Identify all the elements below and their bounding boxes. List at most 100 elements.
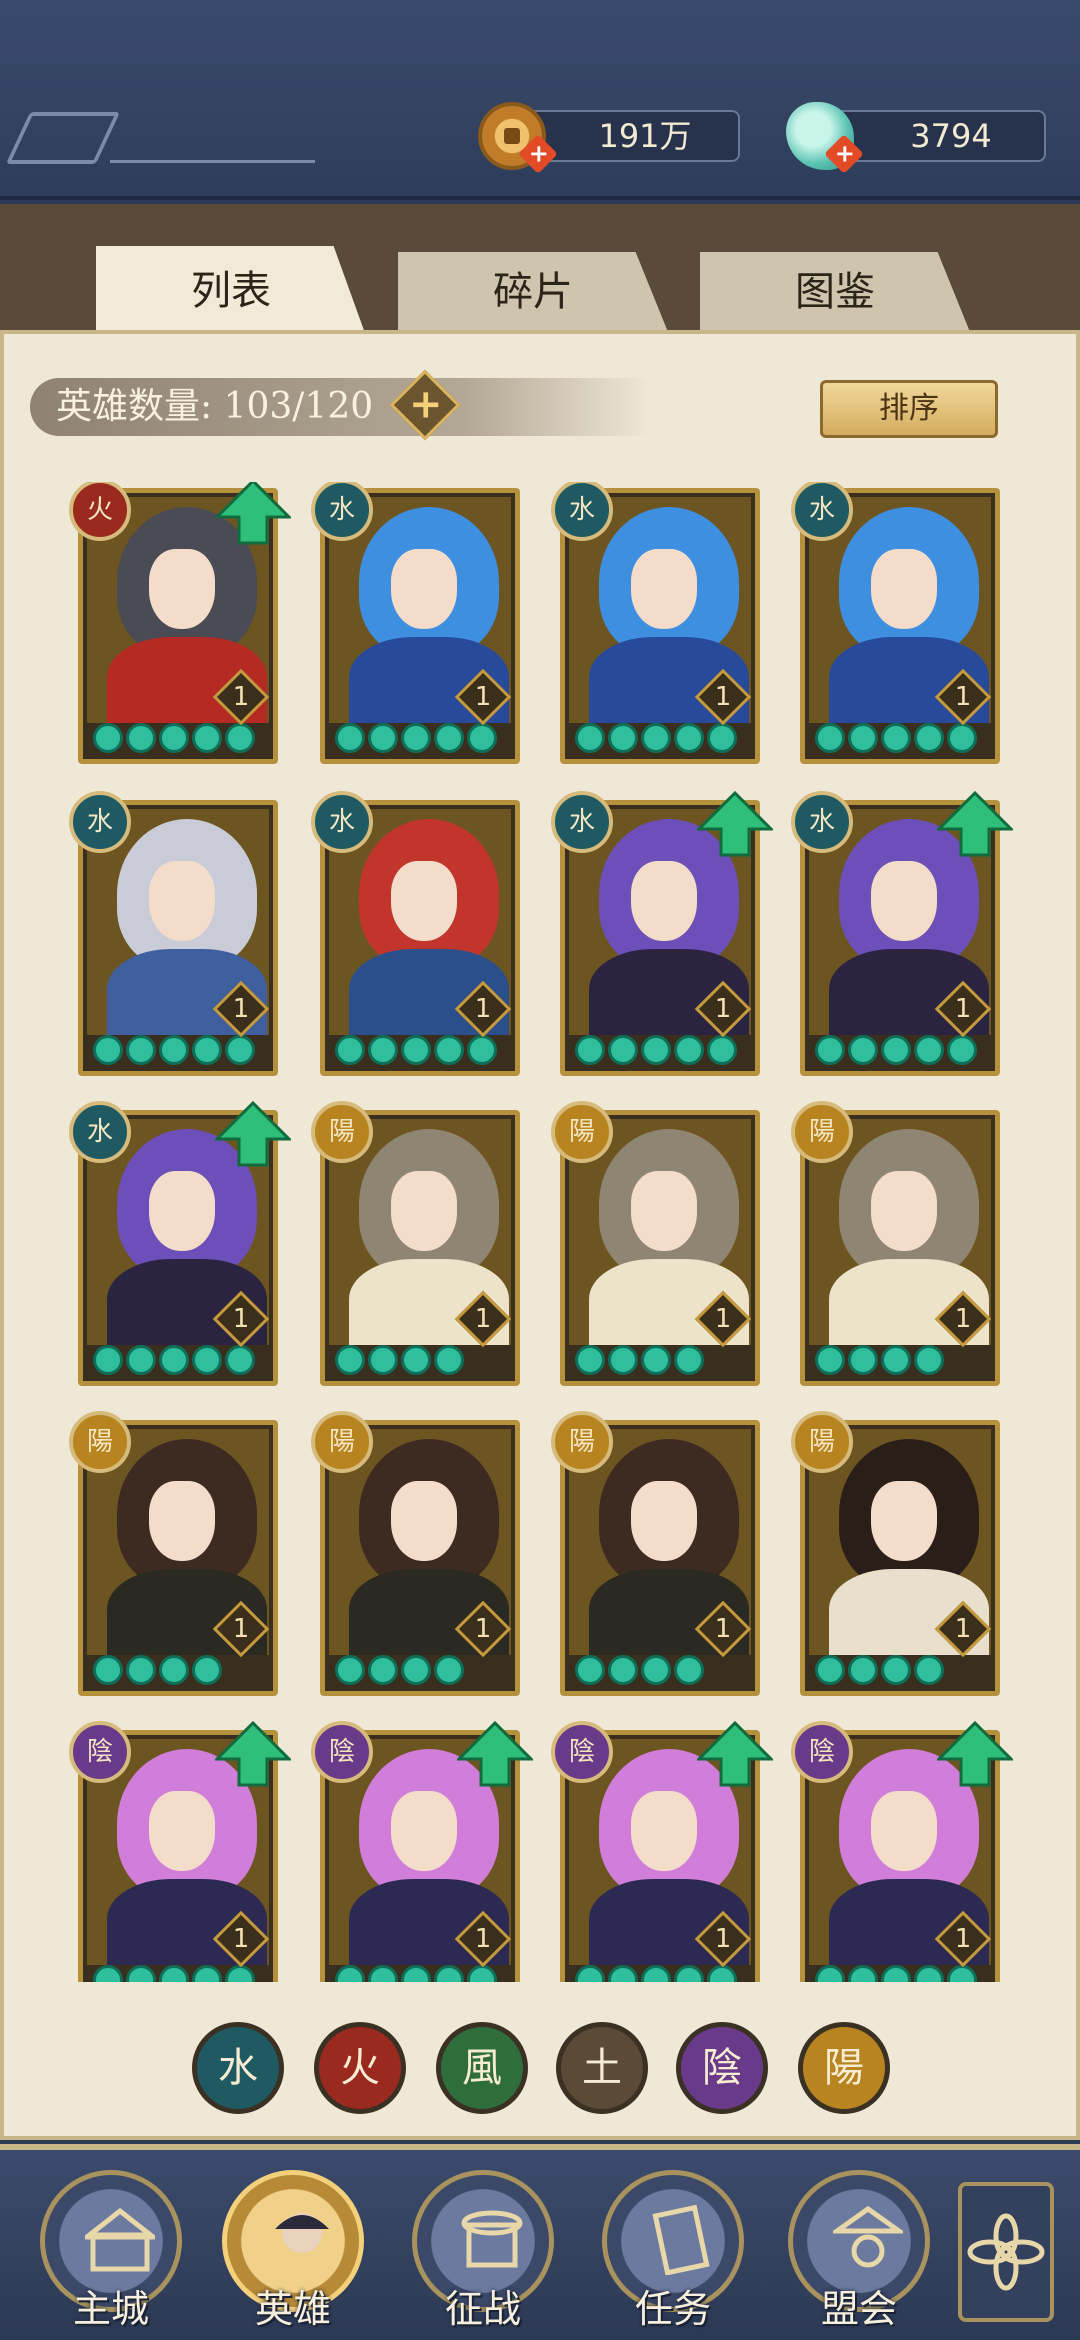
hero-card[interactable]: 1陽 <box>791 1101 1000 1386</box>
jade-star-icon <box>467 1965 497 1982</box>
hero-face <box>631 1791 697 1871</box>
element-badge: 水 <box>311 482 373 541</box>
upgrade-arrow-icon <box>457 1721 533 1787</box>
upgrade-arrow-icon <box>937 791 1013 857</box>
hero-card[interactable]: 1陰 <box>69 1721 291 1982</box>
yang-filter-button[interactable]: 陽 <box>798 2022 890 2114</box>
jade-star-icon <box>401 723 431 753</box>
jade-star-icon <box>641 1035 671 1065</box>
jade-star-icon <box>608 1655 638 1685</box>
level-value: 1 <box>474 1304 492 1334</box>
jade-star-icon <box>401 1965 431 1982</box>
hero-card[interactable]: 1水 <box>551 482 760 764</box>
jade-star-icon <box>848 1345 878 1375</box>
wind-filter-button[interactable]: 風 <box>436 2022 528 2114</box>
tab-codex[interactable]: 图鉴 <box>700 252 970 332</box>
hero-card[interactable]: 1水 <box>311 482 520 764</box>
tab-fragments[interactable]: 碎片 <box>398 252 668 332</box>
level-value: 1 <box>474 1924 492 1954</box>
jade-star-icon <box>914 723 944 753</box>
jade-star-icon <box>434 1965 464 1982</box>
jade-star-icon <box>159 723 189 753</box>
jade-star-icon <box>848 1965 878 1982</box>
upgrade-arrow-icon <box>937 1721 1013 1787</box>
jade-star-icon <box>608 1345 638 1375</box>
jade-star-icon <box>192 1035 222 1065</box>
jade-star-icon <box>192 723 222 753</box>
hero-card[interactable]: 1火 <box>69 482 291 764</box>
jade-star-icon <box>467 723 497 753</box>
nav-label: 盟会 <box>820 2287 897 2331</box>
level-value: 1 <box>954 1614 972 1644</box>
scroll-icon <box>652 2205 710 2275</box>
hero-card[interactable]: 1陽 <box>311 1101 520 1386</box>
jade-star-icon <box>674 723 704 753</box>
jade-star-icon <box>225 1965 255 1982</box>
sort-button[interactable]: 排序 <box>820 380 998 438</box>
yin-filter-button[interactable]: 陰 <box>676 2022 768 2114</box>
hero-card[interactable]: 1水 <box>791 482 1000 764</box>
fire-filter-button[interactable]: 火 <box>314 2022 406 2114</box>
hero-card[interactable]: 1陽 <box>69 1411 278 1696</box>
jade-star-icon <box>641 1965 671 1982</box>
hero-card[interactable]: 1水 <box>551 791 773 1076</box>
jade-star-icon <box>947 723 977 753</box>
hero-card[interactable]: 1水 <box>69 791 278 1076</box>
hero-count-label: 英雄数量: 103/120 <box>56 386 374 427</box>
jade-star-icon <box>641 1345 671 1375</box>
jade-star-icon <box>192 1965 222 1982</box>
nav-label: 英雄 <box>254 2287 331 2331</box>
nav-battle-drum[interactable]: 征战 <box>408 2170 558 2340</box>
hero-portrait-icon <box>275 2213 329 2253</box>
jade-star-icon <box>674 1965 704 1982</box>
earth-filter-button[interactable]: 土 <box>556 2022 648 2114</box>
flower-menu-icon[interactable] <box>958 2182 1054 2322</box>
jade-star-icon <box>575 1655 605 1685</box>
hero-face <box>871 549 937 629</box>
hero-card[interactable]: 1水 <box>311 791 520 1076</box>
hero-card[interactable]: 1水 <box>69 1101 291 1386</box>
star-rating <box>335 1965 497 1982</box>
star-rating <box>575 1655 704 1687</box>
hero-face <box>391 1171 457 1251</box>
jade-star-icon <box>947 1965 977 1982</box>
hero-card[interactable]: 1陽 <box>311 1411 520 1696</box>
nav-hero-portrait[interactable]: 英雄 <box>218 2170 368 2340</box>
nav-pavilion[interactable]: 盟会 <box>784 2170 934 2340</box>
jade-star-icon <box>848 1655 878 1685</box>
jade-star-icon <box>707 723 737 753</box>
level-value: 1 <box>954 682 972 712</box>
hero-card[interactable]: 1陽 <box>791 1411 1000 1696</box>
hero-card[interactable]: 1陰 <box>311 1721 533 1982</box>
hero-card[interactable]: 1陰 <box>551 1721 773 1982</box>
hero-face <box>631 861 697 941</box>
jade-star-icon <box>335 1035 365 1065</box>
element-badge: 陰 <box>69 1721 131 1783</box>
hero-card[interactable]: 1陽 <box>551 1101 760 1386</box>
jade-star-icon <box>368 1345 398 1375</box>
nav-scroll[interactable]: 任务 <box>598 2170 748 2340</box>
jade-star-icon <box>126 1655 156 1685</box>
tab-list[interactable]: 列表 <box>96 246 366 336</box>
jade-star-icon <box>575 723 605 753</box>
jade-star-icon <box>575 1345 605 1375</box>
upgrade-arrow-icon <box>215 1721 291 1787</box>
upgrade-arrow-icon <box>215 1101 291 1167</box>
element-badge: 水 <box>791 791 853 853</box>
jade-star-icon <box>225 723 255 753</box>
jade-star-icon <box>126 723 156 753</box>
hero-card[interactable]: 1陰 <box>791 1721 1013 1982</box>
level-value: 1 <box>714 1304 732 1334</box>
water-filter-button[interactable]: 水 <box>192 2022 284 2114</box>
hero-card[interactable]: 1水 <box>791 791 1013 1076</box>
nav-palace[interactable]: 主城 <box>36 2170 186 2340</box>
jade-star-icon <box>575 1965 605 1982</box>
star-rating <box>575 723 737 755</box>
hero-face <box>391 549 457 629</box>
star-rating <box>93 1035 255 1067</box>
hero-card[interactable]: 1陽 <box>551 1411 760 1696</box>
hero-face <box>391 1481 457 1561</box>
hero-face <box>391 861 457 941</box>
jade-star-icon <box>93 1035 123 1065</box>
jade-star-icon <box>335 1655 365 1685</box>
